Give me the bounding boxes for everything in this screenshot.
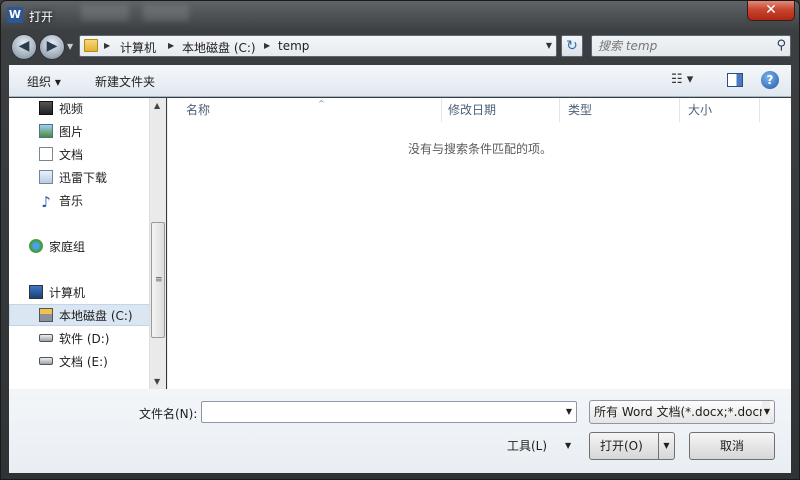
navigation-scrollbar[interactable]: ▲ ≡ ▼ — [149, 98, 166, 389]
dialog-footer: 文件名(N): ▼ 所有 Word 文档(*.docx;*.docm ▼ 工具(… — [9, 389, 791, 473]
sidebar-item-label: 迅雷下载 — [59, 171, 108, 185]
drive-icon — [39, 357, 53, 365]
sidebar-item-documents[interactable]: 文档 — [39, 145, 83, 165]
sidebar-item-local-disk-c[interactable]: 本地磁盘 (C:) — [39, 306, 133, 326]
close-button[interactable]: ✕ — [747, 1, 795, 21]
column-label: 名称 — [186, 103, 211, 117]
sidebar-item-label: 家庭组 — [49, 240, 86, 254]
recent-locations-dropdown[interactable]: ▼ — [67, 42, 73, 51]
scroll-thumb[interactable]: ≡ — [151, 222, 165, 338]
breadcrumb-separator-icon[interactable]: ▶ — [264, 41, 270, 50]
sidebar-item-label: 图片 — [59, 125, 84, 139]
tools-dropdown-icon[interactable]: ▼ — [565, 441, 571, 450]
column-header-size[interactable]: 大小 — [680, 98, 760, 122]
sidebar-item-computer[interactable]: 计算机 — [29, 283, 85, 303]
sort-ascending-icon: ^ — [318, 99, 325, 108]
breadcrumb-temp[interactable]: temp — [278, 39, 309, 53]
scroll-up-icon[interactable]: ▲ — [154, 101, 160, 110]
sidebar-item-drive-e[interactable]: 文档 (E:) — [39, 352, 108, 372]
filename-field[interactable]: ▼ — [201, 401, 577, 423]
open-options-dropdown-icon[interactable]: ▼ — [658, 433, 674, 459]
column-header-name[interactable]: 名称 ^ — [178, 98, 442, 122]
word-app-icon: W — [7, 7, 23, 23]
search-box[interactable]: ⚲ — [591, 35, 791, 57]
sidebar-item-drive-d[interactable]: 软件 (D:) — [39, 329, 109, 349]
blurred-region — [143, 5, 189, 21]
refresh-button[interactable]: ↻ — [561, 35, 583, 57]
column-header-type[interactable]: 类型 — [560, 98, 680, 122]
address-dropdown-icon[interactable]: ▼ — [546, 41, 552, 50]
sidebar-item-label: 文档 (E:) — [59, 355, 108, 369]
preview-pane-icon[interactable] — [727, 73, 743, 87]
sidebar-item-homegroup[interactable]: 家庭组 — [29, 237, 85, 257]
navigation-bar: ◀ ▶ ▼ ▶ 计算机 ▶ 本地磁盘 (C:) ▶ temp ▼ ↻ ⚲ — [1, 31, 800, 63]
sidebar-item-label: 文档 — [59, 148, 84, 162]
open-dialog-window: W 打开 ✕ ◀ ▶ ▼ ▶ 计算机 ▶ 本地磁盘 (C:) ▶ temp ▼ … — [0, 0, 800, 480]
computer-icon — [29, 285, 43, 299]
sidebar-item-xunlei-downloads[interactable]: 迅雷下载 — [39, 168, 107, 188]
sidebar-item-music[interactable]: ♪ 音乐 — [39, 191, 83, 211]
sidebar-item-label: 计算机 — [49, 286, 86, 300]
sidebar-item-label: 音乐 — [59, 194, 84, 208]
breadcrumb-local-disk[interactable]: 本地磁盘 (C:) — [182, 39, 256, 56]
music-icon: ♪ — [41, 193, 51, 211]
sidebar-item-label: 软件 (D:) — [59, 332, 110, 346]
navigation-pane: 视频 图片 文档 迅雷下载 ♪ 音乐 家庭组 计算机 本地磁盘 (C:) 软件 (… — [9, 98, 166, 389]
search-icon[interactable]: ⚲ — [776, 38, 786, 53]
file-type-select[interactable]: 所有 Word 文档(*.docx;*.docm ▼ — [589, 400, 775, 424]
system-drive-icon — [39, 308, 53, 322]
blurred-region — [81, 5, 129, 21]
address-bar[interactable]: ▶ 计算机 ▶ 本地磁盘 (C:) ▶ temp ▼ — [79, 35, 557, 57]
breadcrumb-separator-icon[interactable]: ▶ — [168, 41, 174, 50]
open-button-label: 打开(O) — [600, 439, 643, 453]
empty-results-message: 没有与搜索条件匹配的项。 — [407, 142, 552, 156]
download-icon — [39, 170, 53, 184]
breadcrumb-separator-icon[interactable]: ▶ — [104, 41, 110, 50]
file-list[interactable]: 名称 ^ 修改日期 类型 大小 没有与搜索条件匹配的项。 — [167, 98, 791, 389]
video-icon — [39, 101, 53, 115]
breadcrumb-computer[interactable]: 计算机 — [120, 39, 156, 56]
filename-label: 文件名(N): — [139, 407, 198, 421]
back-button[interactable]: ◀ — [11, 34, 37, 60]
homegroup-icon — [29, 239, 43, 253]
forward-button[interactable]: ▶ — [39, 34, 65, 60]
cancel-button[interactable]: 取消 — [689, 432, 775, 460]
help-icon[interactable]: ? — [761, 71, 779, 89]
change-view-button[interactable]: ☷ ▾ — [671, 72, 693, 87]
sidebar-item-label: 本地磁盘 (C:) — [59, 309, 133, 323]
new-folder-button[interactable]: 新建文件夹 — [95, 73, 155, 90]
sidebar-item-label: 视频 — [59, 102, 84, 116]
title-bar: W 打开 ✕ — [1, 1, 800, 31]
folder-icon — [84, 39, 98, 52]
file-type-value: 所有 Word 文档(*.docx;*.docm — [594, 405, 771, 419]
sidebar-item-videos[interactable]: 视频 — [39, 99, 83, 119]
filename-dropdown-icon[interactable]: ▼ — [566, 407, 572, 416]
column-header-date-modified[interactable]: 修改日期 — [440, 98, 560, 122]
tools-menu[interactable]: 工具(L) — [507, 437, 547, 454]
dialog-title: 打开 — [29, 10, 54, 24]
organize-menu[interactable]: 组织 ▾ — [27, 73, 61, 90]
sidebar-item-pictures[interactable]: 图片 — [39, 122, 83, 142]
search-input[interactable] — [598, 38, 768, 54]
documents-icon — [39, 147, 53, 161]
file-type-dropdown-icon[interactable]: ▼ — [761, 401, 770, 423]
open-button[interactable]: 打开(O) ▼ — [589, 432, 675, 460]
command-toolbar: 组织 ▾ 新建文件夹 ☷ ▾ ? — [9, 65, 791, 97]
grip-icon: ≡ — [155, 275, 163, 285]
pictures-icon — [39, 124, 53, 138]
scroll-down-icon[interactable]: ▼ — [154, 377, 160, 386]
drive-icon — [39, 334, 53, 342]
